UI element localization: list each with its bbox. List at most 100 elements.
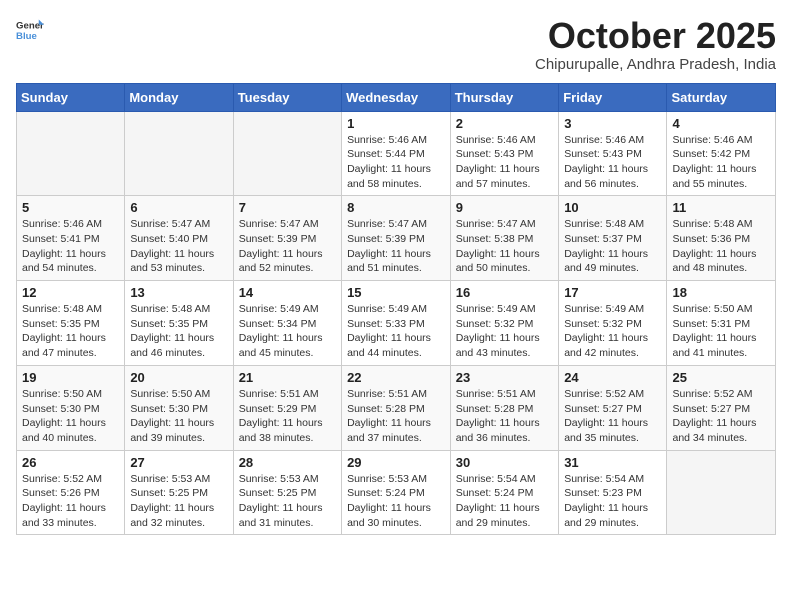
calendar-cell: 4Sunrise: 5:46 AM Sunset: 5:42 PM Daylig… [667, 111, 776, 196]
calendar-cell [233, 111, 341, 196]
day-info: Sunrise: 5:46 AM Sunset: 5:43 PM Dayligh… [456, 133, 553, 192]
calendar-cell: 2Sunrise: 5:46 AM Sunset: 5:43 PM Daylig… [450, 111, 558, 196]
day-number: 19 [22, 370, 119, 385]
day-number: 17 [564, 285, 661, 300]
day-info: Sunrise: 5:51 AM Sunset: 5:29 PM Dayligh… [239, 387, 336, 446]
day-info: Sunrise: 5:52 AM Sunset: 5:27 PM Dayligh… [564, 387, 661, 446]
weekday-header-monday: Monday [125, 83, 233, 111]
day-info: Sunrise: 5:48 AM Sunset: 5:36 PM Dayligh… [672, 217, 770, 276]
day-number: 23 [456, 370, 553, 385]
day-info: Sunrise: 5:47 AM Sunset: 5:39 PM Dayligh… [239, 217, 336, 276]
day-info: Sunrise: 5:53 AM Sunset: 5:25 PM Dayligh… [130, 472, 227, 531]
day-number: 30 [456, 455, 553, 470]
calendar-week-5: 26 Sunrise: 5:52 AM Sunset: 5:26 PM Dayli… [17, 450, 776, 535]
calendar-cell: 24 Sunrise: 5:52 AM Sunset: 5:27 PM Dayli… [559, 365, 667, 450]
day-info: Sunrise: 5:46 AM Sunset: 5:43 PM Dayligh… [564, 133, 661, 192]
day-number: 29 [347, 455, 445, 470]
calendar-cell: 29 Sunrise: 5:53 AM Sunset: 5:24 PM Dayli… [342, 450, 451, 535]
calendar-cell: 6Sunrise: 5:47 AM Sunset: 5:40 PM Daylig… [125, 196, 233, 281]
day-number: 21 [239, 370, 336, 385]
day-number: 1 [347, 116, 445, 131]
day-number: 27 [130, 455, 227, 470]
day-number: 10 [564, 200, 661, 215]
day-number: 3 [564, 116, 661, 131]
calendar-cell [125, 111, 233, 196]
weekday-header-friday: Friday [559, 83, 667, 111]
day-info: Sunrise: 5:47 AM Sunset: 5:39 PM Dayligh… [347, 217, 445, 276]
day-info: Sunrise: 5:52 AM Sunset: 5:26 PM Dayligh… [22, 472, 119, 531]
logo: General Blue [16, 16, 44, 44]
logo-icon: General Blue [16, 16, 44, 44]
day-info: Sunrise: 5:54 AM Sunset: 5:23 PM Dayligh… [564, 472, 661, 531]
calendar-cell: 9 Sunrise: 5:47 AM Sunset: 5:38 PM Daylig… [450, 196, 558, 281]
day-info: Sunrise: 5:46 AM Sunset: 5:44 PM Dayligh… [347, 133, 445, 192]
calendar-cell: 25 Sunrise: 5:52 AM Sunset: 5:27 PM Dayli… [667, 365, 776, 450]
day-number: 20 [130, 370, 227, 385]
calendar-cell: 17Sunrise: 5:49 AM Sunset: 5:32 PM Dayli… [559, 281, 667, 366]
day-number: 28 [239, 455, 336, 470]
svg-text:Blue: Blue [16, 31, 37, 42]
calendar-cell: 23 Sunrise: 5:51 AM Sunset: 5:28 PM Dayli… [450, 365, 558, 450]
day-info: Sunrise: 5:50 AM Sunset: 5:30 PM Dayligh… [22, 387, 119, 446]
day-number: 8 [347, 200, 445, 215]
calendar-cell: 19 Sunrise: 5:50 AM Sunset: 5:30 PM Dayli… [17, 365, 125, 450]
calendar-cell: 18Sunrise: 5:50 AM Sunset: 5:31 PM Dayli… [667, 281, 776, 366]
day-info: Sunrise: 5:47 AM Sunset: 5:40 PM Dayligh… [130, 217, 227, 276]
calendar-cell: 31 Sunrise: 5:54 AM Sunset: 5:23 PM Dayli… [559, 450, 667, 535]
day-number: 15 [347, 285, 445, 300]
day-number: 14 [239, 285, 336, 300]
calendar-cell: 13Sunrise: 5:48 AM Sunset: 5:35 PM Dayli… [125, 281, 233, 366]
calendar-cell: 1 Sunrise: 5:46 AM Sunset: 5:44 PM Daylig… [342, 111, 451, 196]
calendar-week-4: 19 Sunrise: 5:50 AM Sunset: 5:30 PM Dayli… [17, 365, 776, 450]
calendar-cell [17, 111, 125, 196]
calendar-cell: 21 Sunrise: 5:51 AM Sunset: 5:29 PM Dayli… [233, 365, 341, 450]
day-info: Sunrise: 5:51 AM Sunset: 5:28 PM Dayligh… [347, 387, 445, 446]
calendar-cell: 8 Sunrise: 5:47 AM Sunset: 5:39 PM Daylig… [342, 196, 451, 281]
day-number: 12 [22, 285, 119, 300]
month-title: October 2025 [535, 16, 776, 56]
calendar-cell: 16 Sunrise: 5:49 AM Sunset: 5:32 PM Dayli… [450, 281, 558, 366]
calendar-cell: 20Sunrise: 5:50 AM Sunset: 5:30 PM Dayli… [125, 365, 233, 450]
calendar-table: SundayMondayTuesdayWednesdayThursdayFrid… [16, 83, 776, 536]
page-header: General Blue October 2025 Chipurupalle, … [16, 16, 776, 73]
day-number: 16 [456, 285, 553, 300]
calendar-cell: 28Sunrise: 5:53 AM Sunset: 5:25 PM Dayli… [233, 450, 341, 535]
weekday-header-wednesday: Wednesday [342, 83, 451, 111]
day-info: Sunrise: 5:51 AM Sunset: 5:28 PM Dayligh… [456, 387, 553, 446]
day-number: 13 [130, 285, 227, 300]
day-number: 18 [672, 285, 770, 300]
day-number: 9 [456, 200, 553, 215]
calendar-cell: 10 Sunrise: 5:48 AM Sunset: 5:37 PM Dayli… [559, 196, 667, 281]
calendar-week-1: 1 Sunrise: 5:46 AM Sunset: 5:44 PM Daylig… [17, 111, 776, 196]
calendar-cell: 5 Sunrise: 5:46 AM Sunset: 5:41 PM Daylig… [17, 196, 125, 281]
location-subtitle: Chipurupalle, Andhra Pradesh, India [535, 56, 776, 73]
day-info: Sunrise: 5:48 AM Sunset: 5:37 PM Dayligh… [564, 217, 661, 276]
day-number: 26 [22, 455, 119, 470]
day-number: 5 [22, 200, 119, 215]
day-info: Sunrise: 5:48 AM Sunset: 5:35 PM Dayligh… [22, 302, 119, 361]
day-number: 24 [564, 370, 661, 385]
calendar-cell: 22Sunrise: 5:51 AM Sunset: 5:28 PM Dayli… [342, 365, 451, 450]
day-info: Sunrise: 5:46 AM Sunset: 5:42 PM Dayligh… [672, 133, 770, 192]
weekday-header-thursday: Thursday [450, 83, 558, 111]
calendar-cell: 3 Sunrise: 5:46 AM Sunset: 5:43 PM Daylig… [559, 111, 667, 196]
day-info: Sunrise: 5:46 AM Sunset: 5:41 PM Dayligh… [22, 217, 119, 276]
day-number: 31 [564, 455, 661, 470]
day-info: Sunrise: 5:49 AM Sunset: 5:34 PM Dayligh… [239, 302, 336, 361]
calendar-cell: 11 Sunrise: 5:48 AM Sunset: 5:36 PM Dayli… [667, 196, 776, 281]
calendar-week-3: 12 Sunrise: 5:48 AM Sunset: 5:35 PM Dayli… [17, 281, 776, 366]
calendar-cell: 27 Sunrise: 5:53 AM Sunset: 5:25 PM Dayli… [125, 450, 233, 535]
day-info: Sunrise: 5:53 AM Sunset: 5:24 PM Dayligh… [347, 472, 445, 531]
day-info: Sunrise: 5:49 AM Sunset: 5:33 PM Dayligh… [347, 302, 445, 361]
calendar-cell: 7 Sunrise: 5:47 AM Sunset: 5:39 PM Daylig… [233, 196, 341, 281]
calendar-cell: 30Sunrise: 5:54 AM Sunset: 5:24 PM Dayli… [450, 450, 558, 535]
day-number: 11 [672, 200, 770, 215]
calendar-cell: 26 Sunrise: 5:52 AM Sunset: 5:26 PM Dayli… [17, 450, 125, 535]
day-info: Sunrise: 5:52 AM Sunset: 5:27 PM Dayligh… [672, 387, 770, 446]
calendar-cell: 15 Sunrise: 5:49 AM Sunset: 5:33 PM Dayli… [342, 281, 451, 366]
day-info: Sunrise: 5:49 AM Sunset: 5:32 PM Dayligh… [456, 302, 553, 361]
calendar-cell: 14 Sunrise: 5:49 AM Sunset: 5:34 PM Dayli… [233, 281, 341, 366]
day-number: 7 [239, 200, 336, 215]
day-number: 25 [672, 370, 770, 385]
day-info: Sunrise: 5:47 AM Sunset: 5:38 PM Dayligh… [456, 217, 553, 276]
